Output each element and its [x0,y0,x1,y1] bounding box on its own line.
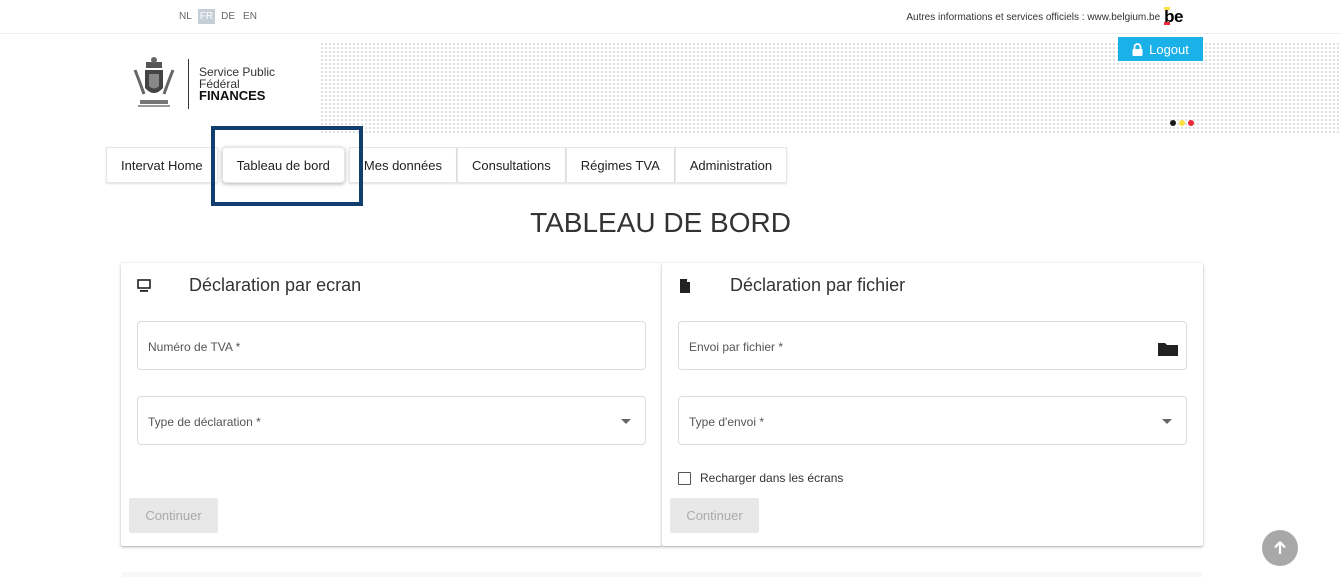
send-type-select[interactable]: Type d'envoi * [678,396,1187,445]
file-upload-label: Envoi par fichier * [689,340,784,354]
flag-dot-yellow [1179,120,1185,126]
send-type-label: Type d'envoi * [689,415,765,429]
continue-button[interactable]: Continuer [670,498,759,533]
logout-label: Logout [1149,41,1189,57]
file-upload-input[interactable]: Envoi par fichier * [678,321,1187,370]
card-declaration-fichier: Déclaration par fichier Envoi par fichie… [662,263,1203,546]
scroll-to-top-button[interactable] [1262,530,1298,566]
logout-button[interactable]: Logout [1118,37,1203,61]
continue-button[interactable]: Continuer [129,498,218,533]
monitor-icon [137,278,151,292]
be-logo[interactable]: be [1164,7,1183,25]
chevron-down-icon [1162,419,1172,424]
reload-checkbox[interactable] [678,471,691,485]
reload-label[interactable]: Recharger dans les écrans [700,471,843,485]
language-switcher: NL FR DE EN [177,9,259,24]
lock-icon [1132,42,1143,56]
reload-in-screens-option: Recharger dans les écrans [678,471,843,485]
declaration-type-select[interactable]: Type de déclaration * [137,396,646,445]
card-title: Déclaration par fichier [730,275,906,295]
tab-mes-donnees[interactable]: Mes données [348,147,457,183]
brand-text: Service Public Fédéral FINANCES [199,66,275,102]
belgian-crest-icon [133,57,175,107]
belgian-flag-dots [1170,120,1194,126]
vat-number-input[interactable]: Numéro de TVA * [137,321,646,370]
top-bar: NL FR DE EN Autres informations et servi… [0,0,1341,34]
card-header: Déclaration par fichier [678,275,905,296]
flag-dot-red [1188,120,1194,126]
main-nav: Intervat Home Tableau de bord Mes donnée… [106,147,788,183]
card-title: Déclaration par ecran [189,275,362,295]
tab-regimes-tva[interactable]: Régimes TVA [565,147,675,183]
brand-separator [188,59,189,109]
lang-fr[interactable]: FR [197,9,216,24]
official-info: Autres informations et services officiel… [906,7,1183,25]
card-declaration-ecran: Déclaration par ecran Numéro de TVA * Ty… [121,263,662,546]
tab-consultations[interactable]: Consultations [456,147,566,183]
card-header: Déclaration par ecran [137,275,361,296]
official-info-link[interactable]: Autres informations et services officiel… [906,12,1160,23]
page-title: TABLEAU DE BORD [530,207,791,238]
flag-dot-black [1170,120,1176,126]
vat-number-label: Numéro de TVA * [148,340,241,354]
declaration-type-label: Type de déclaration * [148,415,261,429]
lang-en[interactable]: EN [241,9,259,24]
tab-tableau-de-bord[interactable]: Tableau de bord [221,147,345,183]
footer-divider [122,572,1202,577]
lang-nl[interactable]: NL [177,9,194,24]
tab-administration[interactable]: Administration [674,147,788,183]
folder-icon[interactable] [1158,342,1178,356]
lang-de[interactable]: DE [219,9,237,24]
arrow-up-icon [1274,541,1286,554]
file-icon [680,278,690,293]
tab-intervat-home[interactable]: Intervat Home [106,147,218,183]
spf-finances-logo[interactable]: Service Public Fédéral FINANCES [132,56,275,112]
brand-line-3: FINANCES [199,88,266,103]
chevron-down-icon [621,419,631,424]
